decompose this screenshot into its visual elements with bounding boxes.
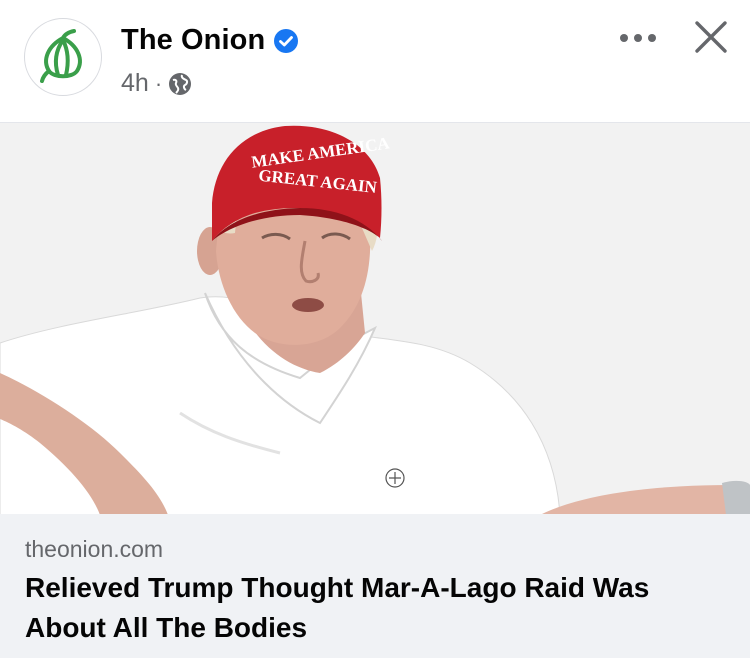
link-title[interactable]: Relieved Trump Thought Mar-A-Lago Raid W… [25,568,715,648]
globe-icon [169,72,192,95]
close-button[interactable] [688,14,734,60]
link-domain: theonion.com [25,536,164,562]
post-header: The Onion 4h · [0,0,750,122]
meta-separator: · [154,70,163,96]
post-photo[interactable]: MAKE AMERICA GREAT AGAIN [0,122,750,514]
page-name-row: The Onion [121,24,299,57]
verified-badge-icon [274,28,299,53]
man-in-red-cap-image: MAKE AMERICA GREAT AGAIN [0,123,750,514]
more-options-button[interactable] [614,24,662,52]
post-meta: 4h · [121,69,192,98]
close-icon [695,21,727,53]
onion-logo-icon [40,29,82,83]
page-name[interactable]: The Onion [121,24,265,57]
more-horizontal-icon [620,34,656,42]
page-avatar[interactable] [24,18,102,96]
post-timestamp[interactable]: 4h [121,69,149,98]
link-preview[interactable]: theonion.com Relieved Trump Thought Mar-… [0,514,750,658]
